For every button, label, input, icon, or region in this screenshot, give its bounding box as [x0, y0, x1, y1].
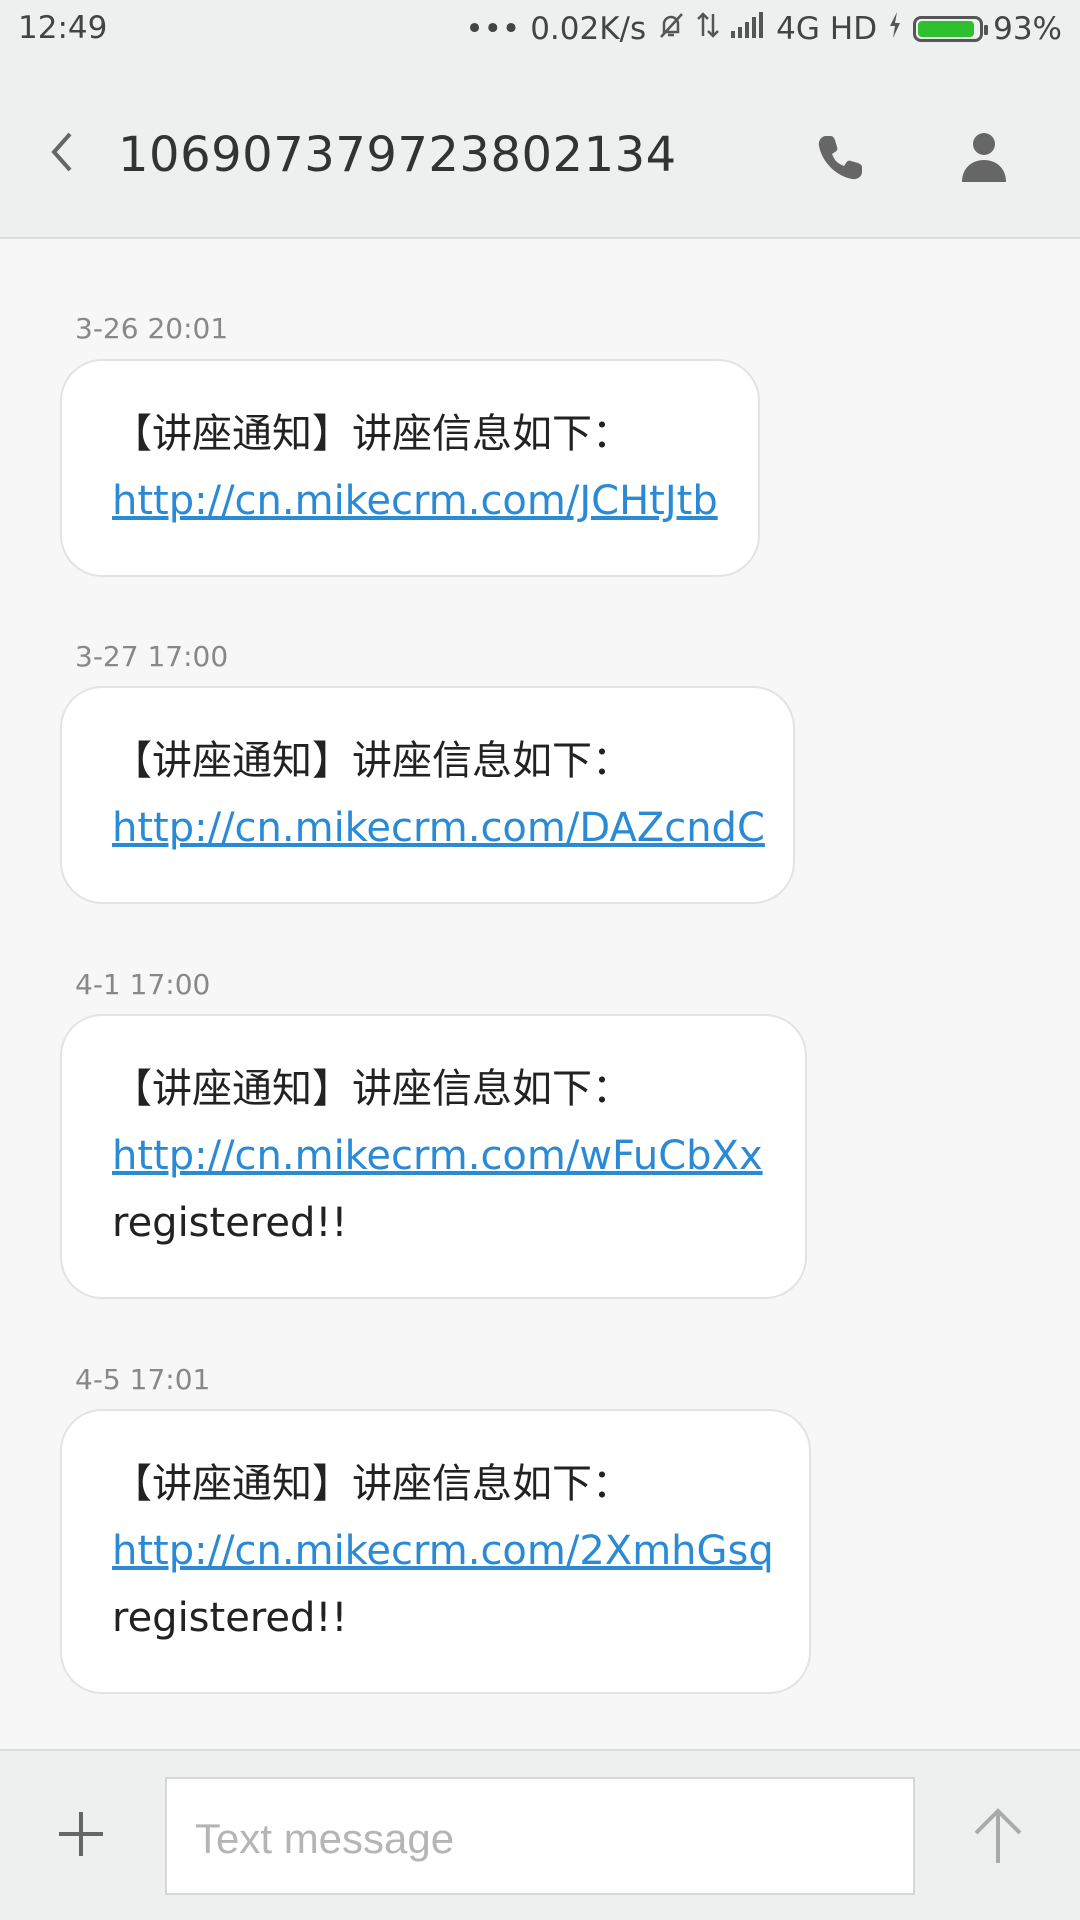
- message-thread[interactable]: 3-26 20:01 【讲座通知】讲座信息如下： http://cn.mikec…: [0, 239, 1080, 1749]
- message-timestamp: 3-27 17:00: [75, 640, 229, 673]
- message-link[interactable]: http://cn.mikecrm.com/DAZcndC: [112, 795, 765, 862]
- message-text: 【讲座通知】讲座信息如下：: [112, 1461, 632, 1507]
- message-extra-text: registered!!: [112, 1200, 348, 1246]
- message-input[interactable]: Text message: [165, 1777, 915, 1895]
- message-bubble[interactable]: 【讲座通知】讲座信息如下： http://cn.mikecrm.com/JCHt…: [60, 359, 760, 577]
- network-type: 4G: [776, 11, 820, 47]
- contact-number-title: 106907379723802134: [118, 127, 677, 183]
- status-time: 12:49: [18, 10, 108, 46]
- message-text: 【讲座通知】讲座信息如下：: [112, 1066, 632, 1112]
- message-extra-text: registered!!: [112, 1595, 348, 1641]
- message-bubble[interactable]: 【讲座通知】讲座信息如下： http://cn.mikecrm.com/DAZc…: [60, 686, 795, 904]
- silent-bell-icon: [656, 10, 686, 48]
- signal-icon: [730, 11, 766, 47]
- conversation-header: 106907379723802134: [0, 62, 1080, 239]
- more-dots-icon: •••: [465, 11, 521, 47]
- arrow-up-icon[interactable]: [970, 1807, 1026, 1865]
- chevron-left-icon[interactable]: [42, 122, 82, 182]
- message-timestamp: 3-26 20:01: [75, 312, 229, 345]
- status-bar: 12:49 ••• 0.02K/s 4G HD 93%: [0, 0, 1080, 62]
- charging-icon: [887, 10, 903, 48]
- phone-icon[interactable]: [812, 130, 868, 186]
- net-speed: 0.02K/s: [530, 11, 647, 47]
- person-icon[interactable]: [958, 130, 1010, 186]
- message-timestamp: 4-5 17:01: [75, 1363, 211, 1396]
- message-link[interactable]: http://cn.mikecrm.com/wFuCbXx: [112, 1123, 763, 1190]
- message-text: 【讲座通知】讲座信息如下：: [112, 411, 632, 457]
- message-text: 【讲座通知】讲座信息如下：: [112, 738, 632, 784]
- battery-percent: 93%: [993, 11, 1062, 47]
- message-link[interactable]: http://cn.mikecrm.com/2XmhGsq: [112, 1518, 774, 1585]
- status-indicators: ••• 0.02K/s 4G HD 93%: [465, 10, 1062, 48]
- hd-badge: HD: [829, 11, 878, 47]
- message-bubble[interactable]: 【讲座通知】讲座信息如下： http://cn.mikecrm.com/2Xmh…: [60, 1409, 811, 1694]
- battery-fill: [918, 21, 974, 37]
- message-timestamp: 4-1 17:00: [75, 968, 211, 1001]
- data-transfer-icon: [696, 10, 720, 48]
- message-link[interactable]: http://cn.mikecrm.com/JCHtJtb: [112, 468, 718, 535]
- plus-icon[interactable]: [56, 1809, 106, 1859]
- message-bubble[interactable]: 【讲座通知】讲座信息如下： http://cn.mikecrm.com/wFuC…: [60, 1014, 807, 1299]
- battery-icon: [913, 16, 989, 42]
- composer-bar: Text message: [0, 1749, 1080, 1920]
